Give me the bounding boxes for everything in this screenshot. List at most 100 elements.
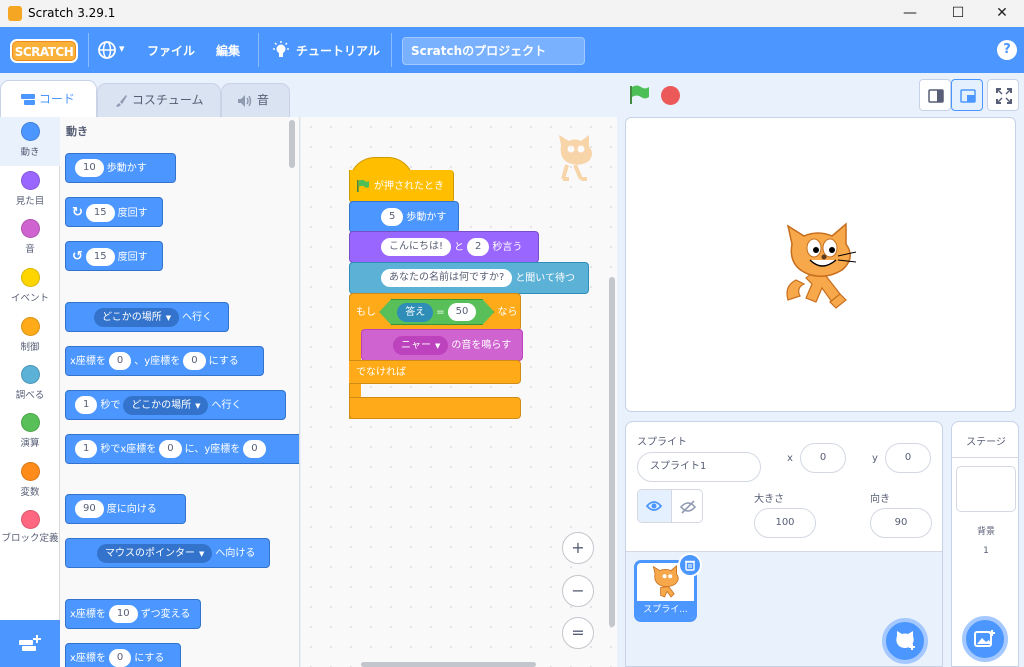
block-input[interactable]: 0	[183, 352, 206, 370]
hide-button[interactable]	[671, 490, 702, 522]
category-operators-label: 演算	[20, 438, 40, 449]
direction-input[interactable]: 90	[870, 508, 932, 538]
script-area[interactable]: が押されたとき 5 歩動かす こんにちは! と 2 秒言う あなたの名前は何ですか? と聞…	[301, 117, 617, 667]
script-move-block[interactable]: 5 歩動かす	[349, 201, 459, 233]
minimize-button[interactable]: —	[887, 0, 933, 27]
green-flag-icon[interactable]	[628, 84, 650, 106]
block-point-direction[interactable]: 90 度に向ける	[65, 494, 186, 524]
script-vertical-scrollbar[interactable]	[609, 277, 615, 627]
block-input[interactable]: 90	[75, 500, 104, 518]
close-button[interactable]: ✕	[979, 0, 1024, 27]
large-stage-button[interactable]	[951, 79, 983, 111]
palette-scrollbar[interactable]	[289, 120, 295, 168]
add-backdrop-button[interactable]	[962, 616, 1008, 662]
script-play-sound-block[interactable]: ニャー ▼ の音を鳴らす	[361, 329, 523, 361]
block-turn-right[interactable]: ↻ 15 度回す	[65, 197, 163, 227]
maximize-button[interactable]: ☐	[935, 0, 981, 27]
zoom-reset-button[interactable]: =	[562, 617, 594, 649]
size-input[interactable]: 100	[754, 508, 816, 538]
block-input[interactable]: あなたの名前は何ですか?	[381, 269, 513, 287]
category-my-blocks[interactable]: ブロック定義	[0, 505, 60, 565]
block-dropdown[interactable]: ニャー ▼	[393, 335, 449, 355]
block-input[interactable]: 0	[159, 440, 182, 458]
script-horizontal-scrollbar[interactable]	[361, 662, 536, 667]
category-operators-dot	[20, 413, 40, 432]
stop-icon[interactable]	[661, 86, 680, 105]
block-goto[interactable]: どこかの場所 ▼ へ行く	[65, 302, 229, 332]
add-extension-button[interactable]	[0, 620, 60, 667]
category-control[interactable]: 制御	[0, 312, 60, 361]
file-menu[interactable]: ファイル	[147, 42, 195, 60]
script-ask-block[interactable]: あなたの名前は何ですか? と聞いて待つ	[349, 262, 589, 294]
tab-sounds[interactable]: 音	[221, 83, 290, 117]
block-input[interactable]: 1	[75, 396, 98, 414]
category-operators[interactable]: 演算	[0, 408, 60, 457]
block-change-x[interactable]: x座標を 10 ずつ変える	[65, 599, 201, 629]
block-turn-left[interactable]: ↺ 15 度回す	[65, 241, 163, 271]
tab-costumes[interactable]: コスチューム	[97, 83, 221, 117]
category-sensing-dot	[20, 365, 40, 384]
stage-canvas[interactable]	[625, 117, 1016, 412]
category-sound[interactable]: 音	[0, 214, 60, 263]
category-events[interactable]: イベント	[0, 263, 60, 312]
category-sensing[interactable]: 調べる	[0, 360, 60, 409]
block-dropdown[interactable]: どこかの場所 ▼	[123, 395, 209, 415]
tab-code[interactable]: コード	[0, 80, 97, 117]
block-text: にする	[208, 356, 239, 367]
block-dropdown-label: マウスのポインター	[105, 547, 195, 559]
block-input[interactable]: 0	[108, 352, 132, 370]
block-move-steps[interactable]: 10 歩動かす	[65, 153, 176, 183]
chevron-down-icon: ▼	[435, 341, 441, 350]
block-input[interactable]: 0	[243, 440, 266, 458]
block-input[interactable]: 1	[75, 440, 98, 458]
block-dropdown[interactable]: マウスのポインター ▼	[97, 543, 213, 563]
block-dropdown[interactable]: どこかの場所 ▼	[94, 307, 180, 327]
cat-sprite[interactable]	[780, 222, 864, 312]
script-say-block[interactable]: こんにちは! と 2 秒言う	[349, 231, 539, 263]
script-hat-block[interactable]: が押されたとき	[349, 157, 454, 205]
block-glide[interactable]: 1 秒で どこかの場所 ▼ へ行く	[65, 390, 286, 420]
block-goto-xy[interactable]: x座標を 0 、y座標を 0 にする	[65, 346, 264, 376]
block-input[interactable]: 5	[381, 208, 404, 226]
category-sensing-label: 調べる	[15, 390, 45, 401]
block-point-towards[interactable]: マウスのポインター ▼ へ向ける	[65, 538, 270, 568]
block-set-x[interactable]: x座標を 0 にする	[65, 643, 181, 667]
block-input[interactable]: こんにちは!	[381, 238, 452, 256]
block-dropdown-label: どこかの場所	[102, 311, 162, 323]
help-icon[interactable]: ?	[997, 40, 1017, 60]
block-text: x座標を	[70, 356, 106, 367]
zoom-in-button[interactable]: +	[562, 532, 594, 564]
reporter-answer[interactable]: 答え	[397, 303, 433, 322]
small-stage-button[interactable]	[919, 79, 951, 111]
tutorials-menu[interactable]: チュートリアル	[272, 41, 382, 61]
scratch-logo[interactable]: SCRATCH	[10, 39, 78, 63]
block-input[interactable]: 10	[75, 159, 104, 177]
fullscreen-button[interactable]	[987, 79, 1019, 111]
delete-sprite-button[interactable]	[678, 553, 702, 577]
category-my-blocks-label: ブロック定義	[1, 533, 59, 544]
block-glide-xy[interactable]: 1 秒でx座標を 0 に、y座標を 0	[65, 434, 299, 464]
backdrop-thumbnail[interactable]	[956, 466, 1016, 512]
palette-section-title: 動き	[66, 125, 88, 138]
script-if-else-block[interactable]: もし 答え = 50 なら ニャー ▼ の音を鳴らす でなければ	[349, 293, 523, 421]
category-motion[interactable]: 動き	[0, 117, 60, 166]
block-input[interactable]: 15	[85, 204, 115, 222]
sprite-name-input[interactable]: スプライト1	[637, 452, 761, 482]
project-title-input[interactable]: Scratchのプロジェクト	[402, 37, 585, 65]
block-input[interactable]: 15	[85, 248, 115, 266]
language-menu[interactable]: ▾	[97, 40, 131, 60]
block-input[interactable]: 50	[448, 303, 477, 321]
show-button[interactable]	[638, 490, 671, 522]
block-input[interactable]: 10	[108, 605, 138, 623]
y-input[interactable]: 0	[885, 443, 931, 473]
zoom-out-button[interactable]: −	[562, 575, 594, 607]
category-variables[interactable]: 変数	[0, 457, 60, 506]
edit-menu[interactable]: 編集	[216, 42, 240, 60]
block-input[interactable]: 2	[467, 238, 490, 256]
stage-selector[interactable]: ステージ 背景 1	[951, 421, 1019, 667]
category-looks[interactable]: 見た目	[0, 166, 60, 215]
block-input[interactable]: 0	[108, 649, 132, 667]
condition-equals[interactable]: 答え = 50	[379, 299, 494, 325]
x-input[interactable]: 0	[800, 443, 846, 473]
add-sprite-button[interactable]	[882, 618, 928, 664]
